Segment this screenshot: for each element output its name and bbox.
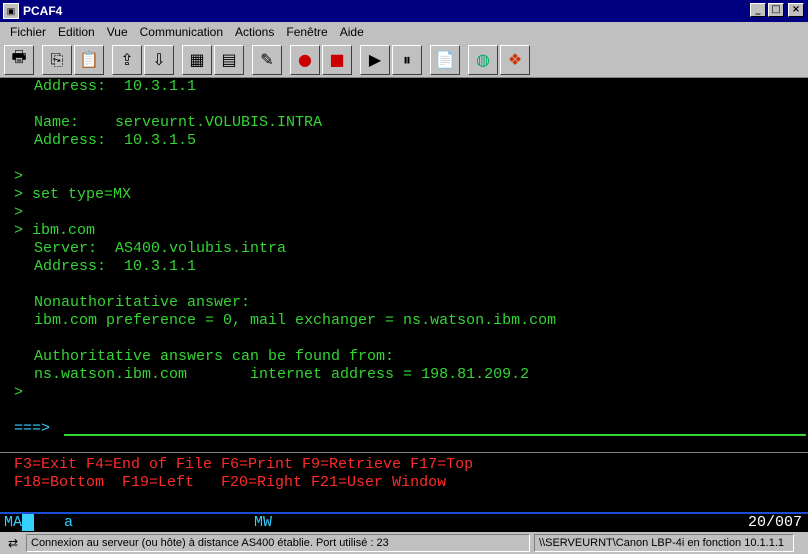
menu-fichier[interactable]: Fichier bbox=[4, 25, 52, 39]
terminal-screen[interactable]: Address: 10.3.1.1 Name: serveurnt.VOLUBI… bbox=[0, 78, 808, 512]
copy-button[interactable]: ⎘ bbox=[42, 44, 72, 75]
macro-play-icon: ▶ bbox=[368, 50, 382, 69]
paste-button[interactable]: 📋 bbox=[74, 44, 104, 75]
terminal-line: Name: serveurnt.VOLUBIS.INTRA bbox=[34, 114, 323, 131]
edit-icon: ✎ bbox=[260, 50, 274, 69]
cursor-block bbox=[22, 514, 34, 531]
terminal-line: Address: 10.3.1.5 bbox=[34, 132, 197, 149]
book-icon: ❖ bbox=[507, 50, 523, 69]
menu-aide[interactable]: Aide bbox=[334, 25, 370, 39]
maximize-button[interactable]: □ bbox=[768, 3, 784, 17]
book-button[interactable]: ❖ bbox=[500, 44, 530, 75]
message-waiting-indicator: MW bbox=[254, 514, 273, 531]
connection-status: Connexion au serveur (ou hôte) à distanc… bbox=[26, 534, 530, 552]
send-button[interactable]: ⇪ bbox=[112, 44, 142, 75]
close-button[interactable]: × bbox=[788, 3, 804, 17]
divider bbox=[0, 452, 808, 453]
field-indicator: a bbox=[64, 514, 74, 531]
screen-grid-icon: ▤ bbox=[221, 50, 237, 69]
minimize-button[interactable]: _ bbox=[750, 3, 766, 17]
screen-grid-button[interactable]: ▤ bbox=[214, 44, 244, 75]
menu-vue[interactable]: Vue bbox=[101, 25, 134, 39]
function-keys-line-1: F3=Exit F4=End of File F6=Print F9=Retri… bbox=[14, 456, 474, 473]
print-icon: 🖶 bbox=[11, 47, 27, 66]
receive-icon: ⇩ bbox=[152, 50, 166, 69]
terminal-line: > bbox=[14, 204, 24, 221]
globe-icon: ◍ bbox=[476, 50, 490, 69]
keypad-icon: ▦ bbox=[189, 50, 205, 69]
app-icon[interactable]: ▣ bbox=[3, 3, 19, 19]
menu-communication[interactable]: Communication bbox=[134, 25, 229, 39]
command-prompt: ===> bbox=[14, 420, 51, 437]
menu-bar: Fichier Edition Vue Communication Action… bbox=[0, 22, 808, 42]
paste-icon: 📋 bbox=[79, 50, 99, 69]
terminal-line: ibm.com preference = 0, mail exchanger =… bbox=[34, 312, 557, 329]
window-title: PCAF4 bbox=[23, 4, 63, 18]
command-input[interactable] bbox=[64, 434, 806, 436]
receive-button[interactable]: ⇩ bbox=[144, 44, 174, 75]
function-keys-line-2: F18=Bottom F19=Left F20=Right F21=User W… bbox=[14, 474, 447, 491]
terminal-line: Authoritative answers can be found from: bbox=[34, 348, 395, 365]
terminal-line: Server: AS400.volubis.intra bbox=[34, 240, 287, 257]
macro-record-icon: ● bbox=[298, 50, 312, 69]
terminal-line: > bbox=[14, 384, 24, 401]
terminal-line: ns.watson.ibm.com internet address = 198… bbox=[34, 366, 530, 383]
terminal-line: Nonauthoritative answer: bbox=[34, 294, 251, 311]
clipboard-icon: 📄 bbox=[435, 50, 455, 69]
terminal-line: > bbox=[14, 168, 24, 185]
macro-stop-icon: ■ bbox=[329, 50, 345, 69]
toolbar: 🖶 ⎘ 📋 ⇪ ⇩ ▦ ▤ ✎ ● ■ ▶ ⏸ 📄 ◍ ❖ bbox=[0, 42, 808, 78]
menu-edition[interactable]: Edition bbox=[52, 25, 101, 39]
connection-icon: ⇄ bbox=[7, 536, 19, 550]
send-icon: ⇪ bbox=[120, 50, 134, 69]
clipboard-button[interactable]: 📄 bbox=[430, 44, 460, 75]
status-bar: ⇄ Connexion au serveur (ou hôte) à dista… bbox=[0, 532, 808, 554]
edit-button[interactable]: ✎ bbox=[252, 44, 282, 75]
title-bar: ▣ PCAF4 _ □ × bbox=[0, 0, 808, 22]
print-button[interactable]: 🖶 bbox=[4, 44, 34, 75]
terminal-line: > ibm.com bbox=[14, 222, 96, 239]
operator-info-area: MA a MW 20/007 bbox=[0, 512, 808, 532]
terminal-line: Address: 10.3.1.1 bbox=[34, 78, 197, 95]
terminal-line: Address: 10.3.1.1 bbox=[34, 258, 197, 275]
copy-icon: ⎘ bbox=[50, 49, 64, 69]
macro-record-button[interactable]: ● bbox=[290, 44, 320, 75]
terminal-line: > set type=MX bbox=[14, 186, 132, 203]
macro-pause-icon: ⏸ bbox=[402, 49, 411, 69]
keypad-button[interactable]: ▦ bbox=[182, 44, 212, 75]
window-controls: _ □ × bbox=[750, 3, 804, 17]
macro-play-button[interactable]: ▶ bbox=[360, 44, 390, 75]
menu-actions[interactable]: Actions bbox=[229, 25, 280, 39]
globe-button[interactable]: ◍ bbox=[468, 44, 498, 75]
mode-indicator: MA bbox=[4, 514, 23, 531]
printer-status: \\SERVEURNT\Canon LBP-4i en fonction 10.… bbox=[534, 534, 794, 552]
macro-stop-button[interactable]: ■ bbox=[322, 44, 352, 75]
cursor-position: 20/007 bbox=[747, 514, 802, 531]
macro-pause-button[interactable]: ⏸ bbox=[392, 44, 422, 75]
menu-fenetre[interactable]: Fenêtre bbox=[280, 25, 333, 39]
